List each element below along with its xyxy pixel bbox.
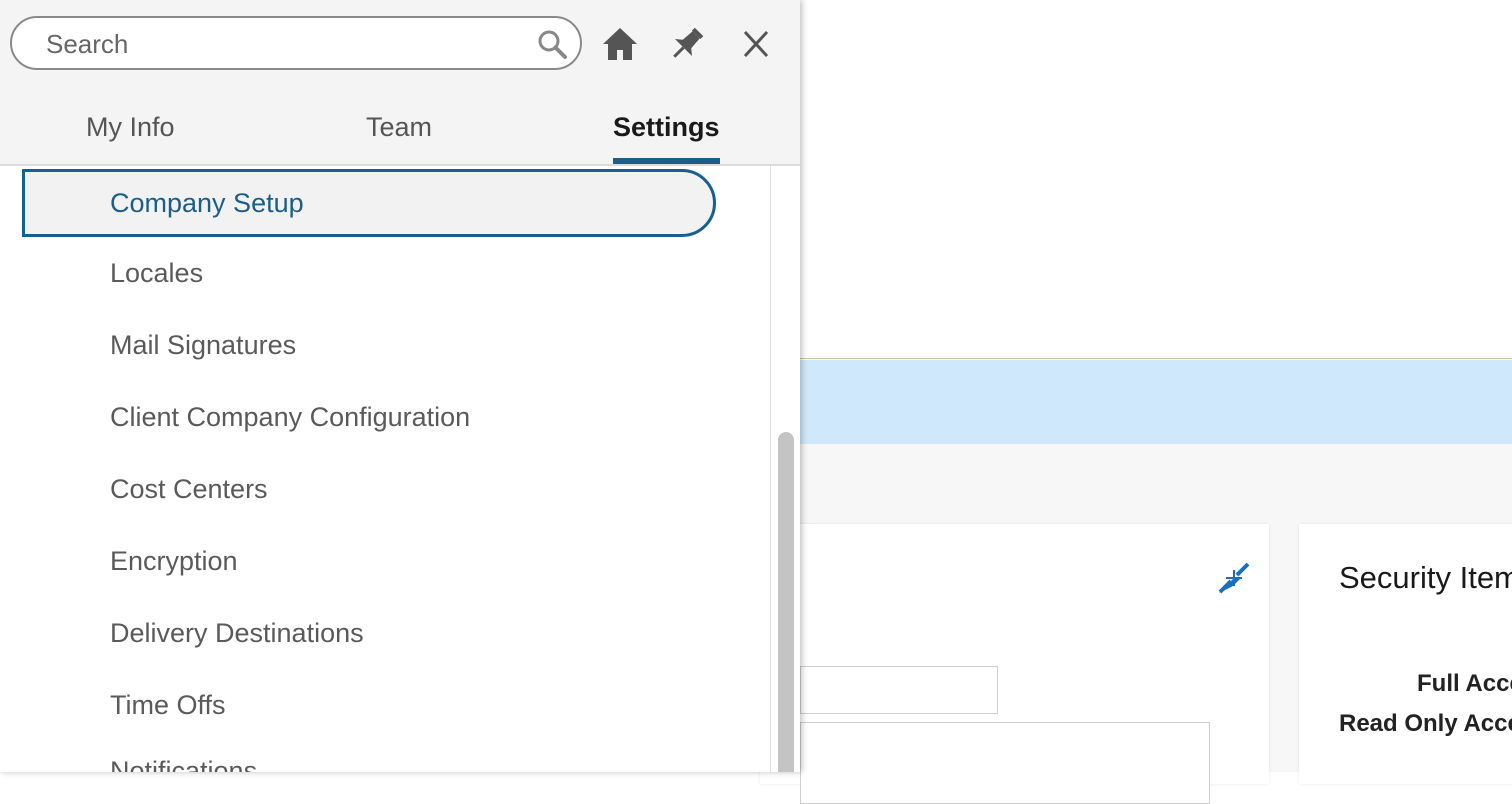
active-tab-indicator [613,158,720,164]
security-items-title: Security Items [1339,560,1512,595]
full-access-label: Full Access [1417,670,1512,697]
menu-item-locales[interactable]: Locales [110,258,203,289]
scrollbar-thumb[interactable] [778,432,794,772]
menu-item-company-setup[interactable]: Company Setup [22,169,716,237]
divider [800,358,1512,359]
search-input[interactable] [44,26,518,62]
close-icon[interactable] [736,24,776,64]
menu-item-cost-centers[interactable]: Cost Centers [110,474,268,505]
tab-settings[interactable]: Settings [613,112,720,143]
menu-item-time-offs[interactable]: Time Offs [110,690,226,721]
pin-icon[interactable] [667,24,707,64]
text-field[interactable] [800,666,998,714]
menu-item-mail-signatures[interactable]: Mail Signatures [110,330,296,361]
search-box[interactable] [10,16,582,70]
textarea-field[interactable] [800,722,1210,804]
menu-item-delivery-destinations[interactable]: Delivery Destinations [110,618,364,649]
tab-my-info[interactable]: My Info [86,112,175,143]
info-banner [800,360,1512,444]
read-only-access-label: Read Only Access [1339,710,1512,737]
details-card [760,524,1269,804]
menu-item-label: Company Setup [110,188,304,218]
security-items-card: Security Items Full Access Read Only Acc… [1299,524,1512,784]
navigation-panel: My Info Team Settings Company Setup Loca… [0,0,800,772]
panel-header: My Info Team Settings [0,0,800,166]
menu-item-client-company-configuration[interactable]: Client Company Configuration [110,402,470,433]
menu-item-encryption[interactable]: Encryption [110,546,238,577]
menu-item-notifications[interactable]: Notifications [110,756,257,772]
collapse-arrows-icon[interactable] [1216,560,1252,596]
search-icon[interactable] [536,28,568,60]
settings-menu: Company Setup Locales Mail Signatures Cl… [0,166,771,772]
tab-team[interactable]: Team [366,112,432,143]
home-icon[interactable] [600,24,640,64]
